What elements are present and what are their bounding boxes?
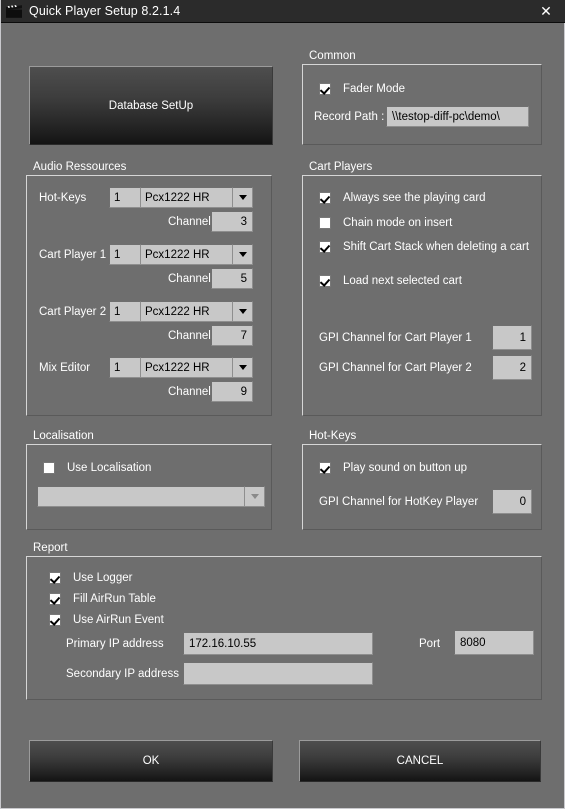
cart-player-2-channel-field[interactable]: 7 xyxy=(211,325,253,346)
use-airrun-event-label: Use AirRun Event xyxy=(73,614,164,626)
record-path-label: Record Path : xyxy=(314,111,385,123)
cart-player-2-channel-label: Channel xyxy=(168,330,211,342)
cart-player-1-channel-field[interactable]: 5 xyxy=(211,268,253,289)
load-next-selected-cart-label: Load next selected cart xyxy=(343,275,462,287)
chevron-down-icon[interactable] xyxy=(233,357,253,378)
use-logger-checkbox[interactable]: Use Logger xyxy=(49,572,132,584)
port-label: Port xyxy=(419,638,441,650)
checkbox-box xyxy=(319,241,331,253)
localisation-label: Localisation xyxy=(30,430,97,442)
checkbox-box xyxy=(319,462,331,474)
mix-editor-device-index: 1 xyxy=(109,357,141,378)
clapperboard-icon xyxy=(6,5,22,18)
ok-button[interactable]: OK xyxy=(29,740,273,782)
port-field[interactable]: 8080 xyxy=(454,630,534,655)
gpi-cart-player-2-field[interactable]: 2 xyxy=(492,355,532,380)
checkbox-box xyxy=(43,462,55,474)
hot-keys-group: Hot-Keys Play sound on button up GPI Cha… xyxy=(302,430,542,530)
fader-mode-label: Fader Mode xyxy=(343,83,406,95)
checkbox-box xyxy=(319,217,331,229)
hot-keys-device-index: 1 xyxy=(109,187,141,208)
secondary-ip-field[interactable] xyxy=(183,662,373,685)
secondary-ip-label: Secondary IP address xyxy=(66,668,179,680)
localisation-group: Localisation Use Localisation xyxy=(26,430,272,530)
gpi-cart-player-1-field[interactable]: 1 xyxy=(492,325,532,350)
cart-player-2-row-label: Cart Player 2 xyxy=(39,306,107,318)
cart-player-1-device-name: Pcx1222 HR xyxy=(141,244,233,265)
localisation-language-value xyxy=(37,486,245,507)
quick-player-setup-window: Quick Player Setup 8.2.1.4 ✕ Database Se… xyxy=(0,0,565,809)
mix-editor-channel-field[interactable]: 9 xyxy=(211,381,253,402)
chevron-down-icon[interactable] xyxy=(233,244,253,265)
cart-player-2-device-name: Pcx1222 HR xyxy=(141,301,233,322)
hot-keys-device-name: Pcx1222 HR xyxy=(141,187,233,208)
mix-editor-channel-label: Channel xyxy=(168,386,211,398)
cart-player-1-device-combo[interactable]: 1 Pcx1222 HR xyxy=(109,244,253,265)
load-next-selected-cart-checkbox[interactable]: Load next selected cart xyxy=(319,275,462,287)
localisation-language-combo[interactable] xyxy=(37,486,265,507)
cart-players-group: Cart Players Always see the playing card… xyxy=(302,161,542,416)
always-see-playing-card-label: Always see the playing card xyxy=(343,192,486,204)
checkbox-box xyxy=(49,572,61,584)
audio-ressources-label: Audio Ressources xyxy=(30,161,130,173)
gpi-hotkey-player-label: GPI Channel for HotKey Player xyxy=(319,496,479,508)
chain-mode-on-insert-checkbox[interactable]: Chain mode on insert xyxy=(319,217,452,229)
gpi-cart-player-2-label: GPI Channel for Cart Player 2 xyxy=(319,362,472,374)
chevron-down-icon[interactable] xyxy=(245,486,265,507)
report-label: Report xyxy=(30,542,71,554)
audio-ressources-group: Audio Ressources Hot-Keys 1 Pcx1222 HR C… xyxy=(26,161,272,416)
hot-keys-device-combo[interactable]: 1 Pcx1222 HR xyxy=(109,187,253,208)
always-see-playing-card-checkbox[interactable]: Always see the playing card xyxy=(319,192,486,204)
title-bar: Quick Player Setup 8.2.1.4 ✕ xyxy=(1,0,565,23)
checkbox-box xyxy=(49,593,61,605)
checkbox-box xyxy=(319,192,331,204)
close-icon[interactable]: ✕ xyxy=(532,2,560,21)
mix-editor-device-combo[interactable]: 1 Pcx1222 HR xyxy=(109,357,253,378)
shift-cart-stack-checkbox[interactable]: Shift Cart Stack when deleting a cart xyxy=(319,241,529,253)
mix-editor-device-name: Pcx1222 HR xyxy=(141,357,233,378)
database-setup-button[interactable]: Database SetUp xyxy=(29,66,273,145)
primary-ip-label: Primary IP address xyxy=(66,638,164,650)
common-group: Common Fader Mode Record Path : \\testop… xyxy=(302,50,542,145)
use-localisation-checkbox[interactable]: Use Localisation xyxy=(43,462,151,474)
play-sound-on-button-up-label: Play sound on button up xyxy=(343,462,468,474)
fill-airrun-table-checkbox[interactable]: Fill AirRun Table xyxy=(49,593,156,605)
use-airrun-event-checkbox[interactable]: Use AirRun Event xyxy=(49,614,164,626)
checkbox-box xyxy=(319,275,331,287)
cart-player-2-device-combo[interactable]: 1 Pcx1222 HR xyxy=(109,301,253,322)
shift-cart-stack-label: Shift Cart Stack when deleting a cart xyxy=(343,241,530,253)
use-logger-label: Use Logger xyxy=(73,572,133,584)
cart-player-1-row-label: Cart Player 1 xyxy=(39,249,107,261)
mix-editor-row-label: Mix Editor xyxy=(39,362,91,374)
use-localisation-label: Use Localisation xyxy=(67,462,152,474)
gpi-cart-player-1-label: GPI Channel for Cart Player 1 xyxy=(319,332,472,344)
window-title: Quick Player Setup 8.2.1.4 xyxy=(29,4,181,18)
hot-keys-channel-field[interactable]: 3 xyxy=(211,211,253,232)
hot-keys-row-label: Hot-Keys xyxy=(39,192,87,204)
hot-keys-channel-label: Channel xyxy=(168,216,211,228)
fader-mode-checkbox[interactable]: Fader Mode xyxy=(319,83,405,95)
chevron-down-icon[interactable] xyxy=(233,301,253,322)
fill-airrun-table-label: Fill AirRun Table xyxy=(73,593,156,605)
cart-player-1-device-index: 1 xyxy=(109,244,141,265)
common-label: Common xyxy=(306,50,359,62)
cart-player-1-channel-label: Channel xyxy=(168,273,211,285)
record-path-field[interactable]: \\testop-diff-pc\demo\ xyxy=(386,106,529,127)
gpi-hotkey-player-field[interactable]: 0 xyxy=(492,489,532,514)
report-group: Report Use Logger Fill AirRun Table Use … xyxy=(26,542,542,700)
cancel-button[interactable]: CANCEL xyxy=(299,740,541,782)
hot-keys-group-label: Hot-Keys xyxy=(306,430,360,442)
checkbox-box xyxy=(49,614,61,626)
primary-ip-field[interactable]: 172.16.10.55 xyxy=(183,632,373,655)
cart-players-label: Cart Players xyxy=(306,161,376,173)
play-sound-on-button-up-checkbox[interactable]: Play sound on button up xyxy=(319,462,467,474)
checkbox-box xyxy=(319,83,331,95)
chain-mode-on-insert-label: Chain mode on insert xyxy=(343,217,453,229)
chevron-down-icon[interactable] xyxy=(233,187,253,208)
cart-player-2-device-index: 1 xyxy=(109,301,141,322)
